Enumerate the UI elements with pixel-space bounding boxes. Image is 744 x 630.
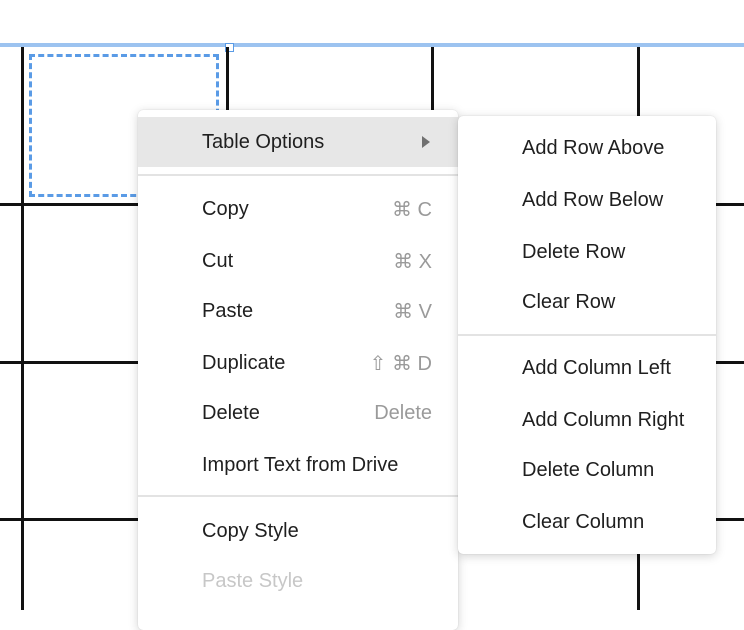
menu-item-label: Duplicate bbox=[202, 351, 286, 374]
menu-item-import-text[interactable]: Import Text from Drive bbox=[138, 440, 458, 490]
menu-item-label: Import Text from Drive bbox=[202, 453, 399, 476]
menu-item-paste-style: Paste Style bbox=[138, 556, 458, 606]
menu-item-label: Copy Style bbox=[202, 519, 299, 542]
menu-item-label: Paste Style bbox=[202, 569, 304, 592]
menu-separator bbox=[138, 495, 458, 497]
menu-item-table-options[interactable]: Table Options bbox=[138, 117, 458, 167]
submenu-item-label: Delete Column bbox=[522, 458, 655, 481]
menu-item-delete[interactable]: Delete Delete bbox=[138, 388, 458, 438]
submenu-item-clear-row[interactable]: Clear Row bbox=[458, 277, 716, 327]
submenu-item-label: Add Column Right bbox=[522, 408, 685, 431]
submenu-item-add-row-below[interactable]: Add Row Below bbox=[458, 175, 716, 225]
submenu-item-label: Add Row Below bbox=[522, 188, 664, 211]
menu-item-label: Copy bbox=[202, 197, 249, 220]
menu-separator bbox=[458, 334, 716, 336]
submenu-item-delete-row[interactable]: Delete Row bbox=[458, 227, 716, 277]
submenu-item-add-row-above[interactable]: Add Row Above bbox=[458, 123, 716, 173]
menu-item-shortcut: ⌘ X bbox=[393, 250, 432, 273]
menu-item-copy[interactable]: Copy ⌘ C bbox=[138, 184, 458, 234]
submenu-item-label: Clear Row bbox=[522, 290, 616, 313]
table-options-submenu: Add Row Above Add Row Below Delete Row C… bbox=[458, 116, 716, 554]
menu-item-label: Table Options bbox=[202, 130, 325, 153]
menu-item-label: Paste bbox=[202, 299, 254, 322]
menu-item-paste[interactable]: Paste ⌘ V bbox=[138, 286, 458, 336]
menu-item-copy-style[interactable]: Copy Style bbox=[138, 506, 458, 556]
table-column-line bbox=[21, 47, 24, 610]
menu-item-shortcut: Delete bbox=[374, 401, 432, 424]
submenu-item-delete-column[interactable]: Delete Column bbox=[458, 445, 716, 495]
menu-item-cut[interactable]: Cut ⌘ X bbox=[138, 236, 458, 286]
menu-item-shortcut: ⌘ C bbox=[392, 198, 432, 221]
submenu-item-label: Delete Row bbox=[522, 240, 626, 263]
menu-item-label: Cut bbox=[202, 249, 234, 272]
submenu-item-label: Clear Column bbox=[522, 510, 645, 533]
submenu-item-add-column-right[interactable]: Add Column Right bbox=[458, 395, 716, 445]
context-menu: Table Options Copy ⌘ C Cut ⌘ X Paste ⌘ V… bbox=[138, 110, 458, 630]
menu-item-duplicate[interactable]: Duplicate ⇧ ⌘ D bbox=[138, 338, 458, 388]
submenu-item-label: Add Row Above bbox=[522, 136, 665, 159]
menu-item-label: Delete bbox=[202, 401, 260, 424]
menu-item-shortcut: ⇧ ⌘ D bbox=[369, 352, 432, 375]
submenu-item-add-column-left[interactable]: Add Column Left bbox=[458, 343, 716, 393]
table-top-border bbox=[0, 43, 744, 47]
chevron-right-icon bbox=[422, 136, 430, 148]
submenu-item-label: Add Column Left bbox=[522, 356, 671, 379]
menu-item-shortcut: ⌘ V bbox=[393, 300, 432, 323]
menu-separator bbox=[138, 174, 458, 176]
submenu-item-clear-column[interactable]: Clear Column bbox=[458, 497, 716, 547]
